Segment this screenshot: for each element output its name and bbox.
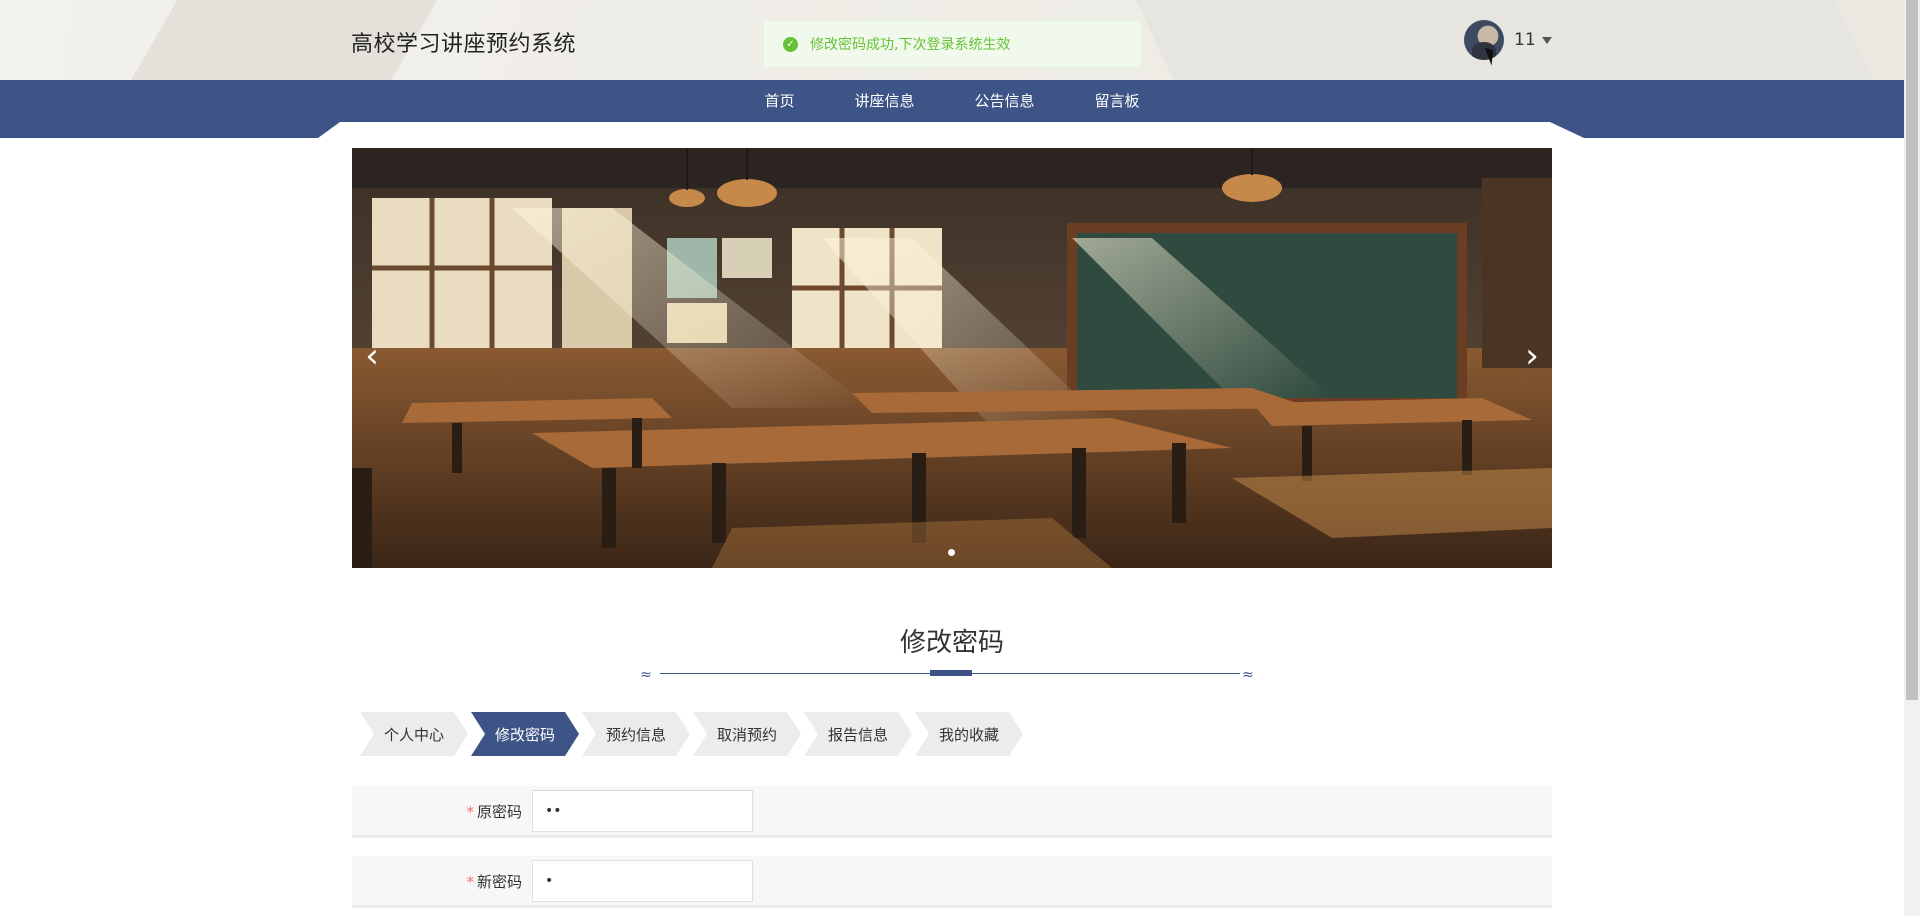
scrollbar-thumb[interactable] bbox=[1906, 0, 1918, 700]
carousel-next-button[interactable]: › bbox=[1514, 338, 1550, 374]
avatar[interactable] bbox=[1464, 20, 1504, 60]
carousel-prev-button[interactable]: ‹ bbox=[354, 338, 390, 374]
tab-favorites[interactable]: 我的收藏 bbox=[915, 712, 1023, 756]
form-row-new-password: * 新密码 • bbox=[352, 856, 1552, 908]
check-circle-icon: ✓ bbox=[783, 36, 798, 52]
required-mark: * bbox=[466, 873, 474, 891]
old-password-label: * 原密码 bbox=[466, 801, 522, 822]
title-accent-bar bbox=[930, 670, 972, 676]
user-menu[interactable]: 11 bbox=[1464, 20, 1552, 60]
nav-item-home[interactable]: 首页 bbox=[734, 80, 824, 122]
tab-cancel-reservation[interactable]: 取消预约 bbox=[693, 712, 801, 756]
tab-change-password[interactable]: 修改密码 bbox=[471, 712, 579, 756]
title-ornament-left: ≈ bbox=[640, 667, 652, 683]
tab-reports[interactable]: 报告信息 bbox=[804, 712, 912, 756]
user-center-tabs: 个人中心 修改密码 预约信息 取消预约 报告信息 我的收藏 bbox=[360, 712, 1026, 756]
title-ornament-right: ≈ bbox=[1242, 667, 1254, 683]
required-mark: * bbox=[466, 803, 474, 821]
old-password-input[interactable]: •• bbox=[532, 790, 753, 832]
toast-message: 修改密码成功,下次登录系统生效 bbox=[810, 37, 1011, 53]
site-title: 高校学习讲座预约系统 bbox=[351, 32, 577, 57]
tab-personal-center[interactable]: 个人中心 bbox=[360, 712, 468, 756]
new-password-input[interactable]: • bbox=[532, 860, 753, 902]
page-title: 修改密码 bbox=[899, 628, 1004, 658]
old-password-label-text: 原密码 bbox=[476, 803, 522, 821]
new-password-label-text: 新密码 bbox=[476, 873, 522, 891]
caret-down-icon[interactable] bbox=[1541, 36, 1552, 44]
tab-reservations[interactable]: 预约信息 bbox=[582, 712, 690, 756]
banner-carousel[interactable]: ‹ › bbox=[352, 148, 1552, 568]
classroom-banner-image bbox=[352, 148, 1552, 568]
nav-item-message-board[interactable]: 留言板 bbox=[1065, 80, 1170, 122]
success-toast: ✓ 修改密码成功,下次登录系统生效 bbox=[763, 20, 1142, 68]
new-password-label: * 新密码 bbox=[466, 871, 522, 892]
nav-item-notices[interactable]: 公告信息 bbox=[945, 80, 1065, 122]
form-row-old-password: * 原密码 •• bbox=[352, 786, 1552, 838]
nav-item-lectures[interactable]: 讲座信息 bbox=[824, 80, 944, 122]
carousel-indicator-dot[interactable] bbox=[948, 549, 955, 556]
user-name[interactable]: 11 bbox=[1514, 30, 1536, 50]
